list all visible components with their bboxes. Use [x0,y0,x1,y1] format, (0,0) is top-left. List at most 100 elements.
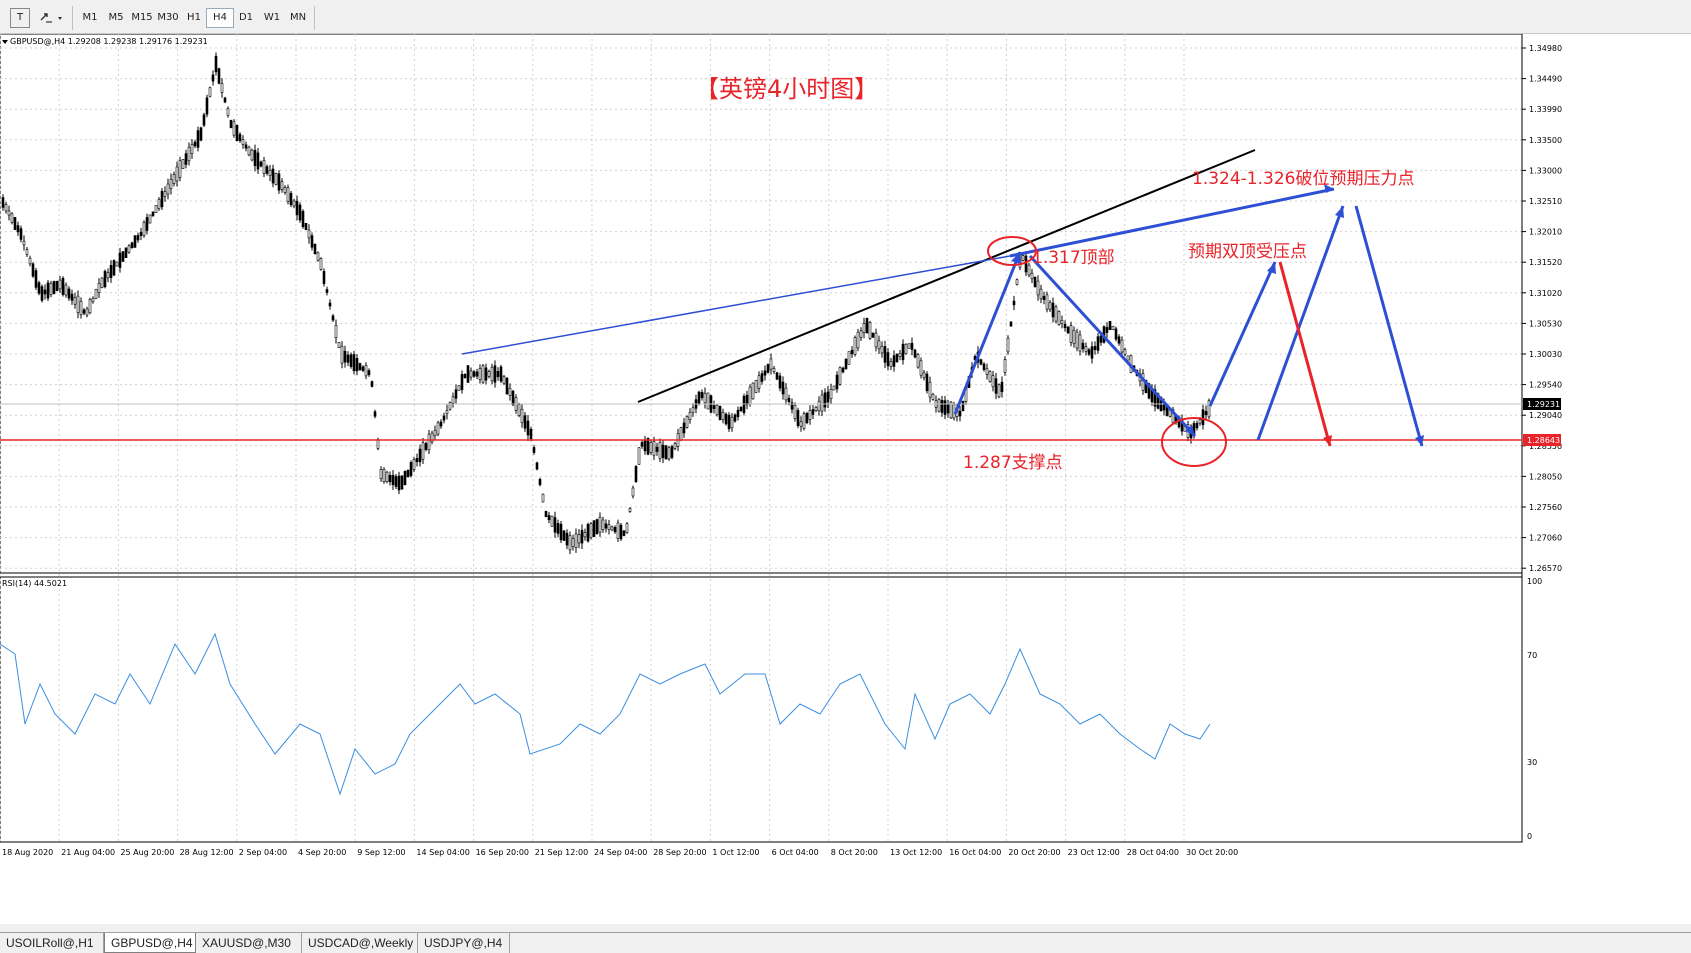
price-tick-label: 1.28050 [1529,472,1562,481]
timeframe-m1-button[interactable]: M1 [76,8,104,28]
candle-body [847,351,851,365]
tab-usdjpy-h4[interactable]: USDJPY@,H4 [418,933,510,953]
candle-body [325,289,329,293]
timeframe-m30-button[interactable]: M30 [154,8,182,28]
text-tool-button[interactable]: T [10,8,30,28]
tab-usoilroll-h1[interactable]: USOILRoll@,H1 [0,933,104,953]
candle-body [679,427,683,441]
candle-body [331,315,335,321]
candle-body [406,469,410,478]
candle-body [1120,339,1124,353]
candle-body [850,349,854,355]
candle-body [700,391,704,399]
tab-xauusd-m30[interactable]: XAUUSD@,M30 [196,933,302,953]
candle-body [22,240,26,246]
candle-body [70,293,74,301]
timeframe-mn-button[interactable]: MN [284,8,312,28]
candle-body [814,407,818,411]
candle-body [1060,320,1064,324]
candle-body [334,325,338,338]
rsi-axis-70: 70 [1527,651,1537,660]
candle-body [865,317,869,334]
candle-body [907,343,911,349]
candle-body [436,422,440,435]
candle-body [265,166,269,174]
time-tick-label: 24 Sep 04:00 [594,848,647,857]
candle-body [268,170,272,176]
candle-body [1087,349,1091,355]
candle-body [127,245,131,253]
candle-body [208,87,212,97]
timeframe-d1-button[interactable]: D1 [232,8,260,28]
candle-body [1069,325,1073,343]
candle-body [400,475,404,490]
timeframe-w1-button[interactable]: W1 [258,8,286,28]
candle-body [562,530,566,541]
candle-body [1075,331,1079,349]
candle-body [757,375,761,389]
candle-body [61,277,65,295]
candle-body [1006,337,1010,353]
candle-body [925,373,929,392]
timeframe-h1-button[interactable]: H1 [180,8,208,28]
candle-body [46,282,50,299]
objects-dropdown-button[interactable] [36,8,66,28]
price-tick-label: 1.26570 [1529,564,1562,573]
candle-body [328,302,332,307]
candle-body [388,474,392,483]
candle-body [409,462,413,476]
candle-body [1003,359,1007,373]
candle-body [64,284,68,296]
candle-body [349,354,353,367]
candle-body [427,433,431,451]
rsi-header: RSI(14) 44.5021 [2,579,67,588]
candle-body [886,352,890,367]
candle-body [259,161,263,167]
candle-body [28,257,32,265]
candle-body [253,149,257,167]
candle-body [277,173,281,191]
tab-usdcad-weekly[interactable]: USDCAD@,Weekly [302,933,418,953]
timeframe-h4-button[interactable]: H4 [206,8,234,28]
candle-body [682,422,686,434]
candle-body [1093,346,1097,350]
rsi-pane[interactable] [0,576,1523,843]
candle-body [526,420,530,436]
timeframe-m5-button[interactable]: M5 [102,8,130,28]
candle-body [808,410,812,420]
candle-body [796,410,800,426]
candle-body [421,442,425,460]
candle-body [1099,335,1103,343]
candle-body [37,282,41,294]
candle-body [439,421,443,427]
timeframe-m15-button[interactable]: M15 [128,8,156,28]
candle-body [652,441,656,456]
candle-body [619,524,623,540]
candle-body [382,468,386,483]
candle-body [490,366,494,382]
candle-body [1096,336,1100,351]
candle-body [391,474,395,486]
candle-body [1198,419,1202,424]
candle-body [766,364,770,373]
candle-body [424,443,428,450]
price-tick-label: 1.33500 [1529,136,1562,145]
price-tick-label: 1.29040 [1529,411,1562,420]
candle-body [55,281,59,291]
candle-body [337,342,341,348]
candle-body [49,282,53,296]
candle-body [1114,328,1118,340]
candle-body [1126,355,1130,361]
candle-body [418,448,422,463]
candle-body [139,232,143,236]
tab-gbpusd-h4[interactable]: GBPUSD@,H4 [104,933,196,953]
candle-body [235,124,239,142]
candle-body [1012,300,1016,306]
candle-body [748,386,752,405]
time-tick-label: 25 Aug 20:00 [120,848,174,857]
time-tick-label: 1 Oct 12:00 [712,848,759,857]
candle-body [937,398,941,412]
chart-area[interactable]: 1.34980 1.34490 1.33990 1.33500 1.33000 1.325… [0,33,1691,924]
horizontal-scrollbar[interactable] [0,924,1691,932]
candle-body [157,199,161,209]
